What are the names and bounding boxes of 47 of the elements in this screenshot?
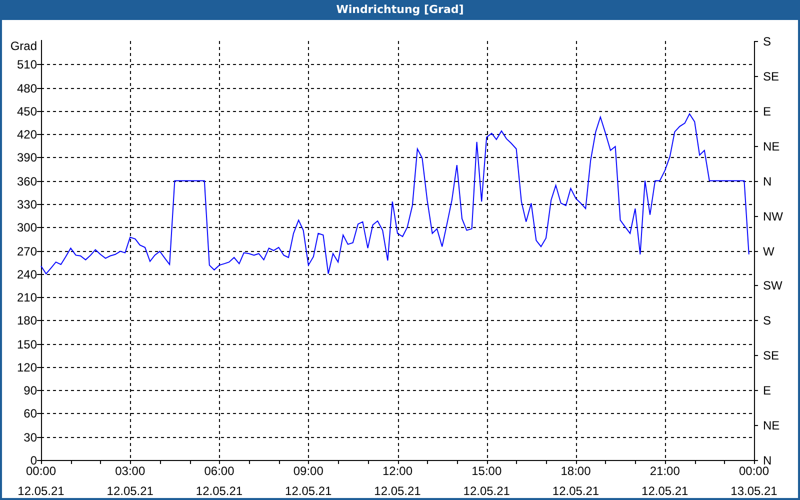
x-tick-label: 18:00: [560, 464, 591, 478]
x-tick-label: 06:00: [204, 464, 234, 478]
compass-label: E: [763, 384, 772, 398]
x-tick-label: 03:00: [115, 464, 146, 478]
compass-label: NE: [763, 418, 780, 432]
y-tick-label: 330: [16, 198, 37, 212]
window-title: Windrichtung [Grad]: [0, 0, 800, 20]
compass-label: S: [763, 34, 772, 48]
x-tick-label: 21:00: [650, 464, 680, 478]
y-tick-label: 240: [16, 268, 37, 282]
compass-label: E: [763, 104, 772, 118]
compass-label: SW: [763, 278, 782, 292]
compass-label: W: [763, 244, 774, 258]
y-tick-label: 90: [24, 384, 37, 398]
y-tick-label: 30: [24, 430, 37, 444]
y-tick-label: 270: [16, 244, 37, 258]
y-tick-label: 180: [16, 314, 37, 328]
y-tick-label: 420: [16, 128, 37, 142]
y-tick-label: 360: [16, 174, 37, 188]
compass-label: NE: [763, 140, 780, 154]
y-tick-label: 210: [16, 290, 37, 304]
x-tick-label: 09:00: [293, 464, 324, 478]
y-tick-label: 60: [24, 406, 37, 420]
x-tick-date: 12.05.21: [106, 484, 154, 498]
y-tick-label: 450: [16, 104, 37, 118]
x-tick-date: 12.05.21: [18, 484, 64, 498]
y-tick-label: 120: [16, 360, 37, 374]
axis-title: Grad: [10, 39, 37, 53]
x-tick-date: 12.05.21: [196, 484, 243, 498]
x-tick-date: 12.05.21: [463, 484, 510, 498]
x-tick-date: 12.05.21: [552, 484, 600, 498]
x-tick-date: 13.05.21: [730, 484, 778, 498]
compass-label: S: [763, 314, 772, 328]
y-tick-label: 390: [16, 150, 37, 164]
compass-label: NW: [763, 210, 783, 224]
x-tick-label: 12:00: [382, 464, 413, 478]
x-tick-label: 15:00: [472, 464, 502, 478]
y-tick-label: 150: [16, 338, 37, 352]
y-tick-label: 480: [16, 82, 37, 96]
y-tick-label: 300: [16, 220, 37, 234]
compass-label: SE: [763, 70, 780, 84]
compass-label: SE: [763, 348, 780, 362]
x-tick-date: 12.05.21: [374, 484, 421, 498]
y-tick-label: 510: [16, 58, 37, 72]
x-tick-date: 12.05.21: [285, 484, 332, 498]
x-tick-date: 12.05.21: [642, 484, 688, 498]
compass-label: N: [763, 174, 772, 188]
